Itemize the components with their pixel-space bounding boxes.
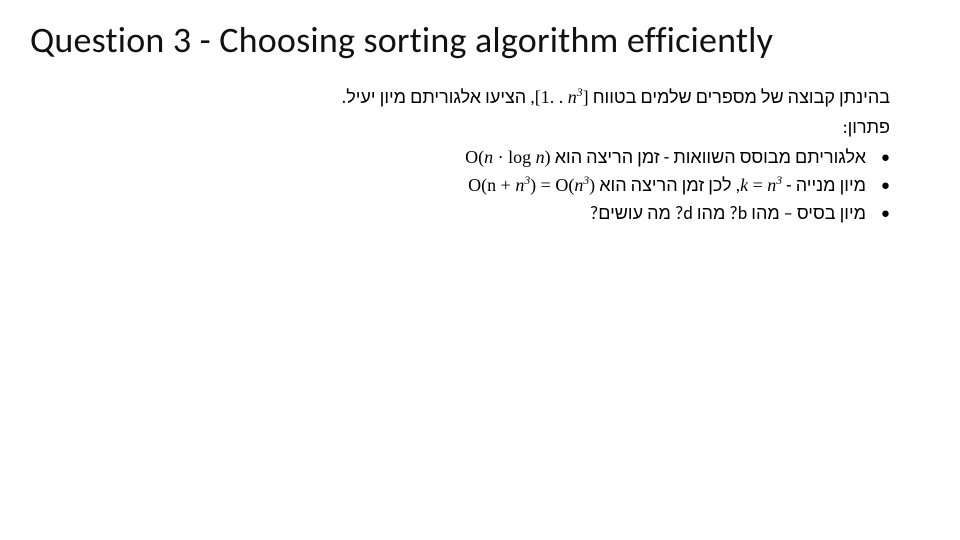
bullet-counting-sort: מיון מנייה - k = n3, לכן זמן הריצה הוא O…	[70, 172, 890, 200]
var-n2: n	[767, 175, 776, 195]
problem-post: , הציעו אלגוריתם מיון יעיל.	[342, 86, 535, 108]
problem-statement: בהינתן קבוצה של מספרים שלמים בטווח [1. .…	[70, 84, 890, 112]
bullet-radix-sort: מיון בסיס – מהו b? מהו d? מה עושים?	[70, 200, 890, 228]
bigO-open: O(	[465, 147, 484, 167]
range-math: [1. . n3]	[535, 87, 589, 107]
dot: · log	[493, 147, 536, 167]
problem-pre: בהינתן קבוצה של מספרים שלמים בטווח	[589, 86, 890, 108]
bullet-comparison-sort: אלגוריתם מבוסס השוואות - זמן הריצה הוא O…	[70, 144, 890, 172]
var-k: k	[740, 175, 748, 195]
var-n3: n	[515, 175, 524, 195]
var-n: n	[568, 87, 577, 107]
solution-list: אלגוריתם מבוסס השוואות - זמן הריצה הוא O…	[70, 144, 890, 228]
slide-body: בהינתן קבוצה של מספרים שלמים בטווח [1. .…	[30, 84, 930, 227]
eq-sign: =	[748, 175, 767, 195]
bullet1-math: O(n · log n)	[465, 147, 551, 167]
slide-title: Question 3 - Choosing sorting algorithm …	[30, 18, 930, 62]
var-n4: n	[574, 175, 583, 195]
bigO2-open: O(n +	[468, 175, 515, 195]
bullet2-mid: , לכן זמן הריצה הוא	[595, 174, 740, 196]
slide: Question 3 - Choosing sorting algorithm …	[0, 0, 960, 540]
bigO2-mid: ) = O(	[530, 175, 574, 195]
bullet2-pre: מיון מנייה -	[782, 174, 866, 196]
bullet2-k-eq: k = n3	[740, 175, 782, 195]
bullet2-runtime: O(n + n3) = O(n3)	[468, 175, 595, 195]
solution-label: פתרון:	[70, 114, 890, 142]
bracket-open: [1. .	[535, 87, 568, 107]
bullet1-text: אלגוריתם מבוסס השוואות - זמן הריצה הוא	[551, 146, 866, 168]
bullet3-text: מיון בסיס – מהו b? מהו d? מה עושים?	[590, 202, 866, 224]
